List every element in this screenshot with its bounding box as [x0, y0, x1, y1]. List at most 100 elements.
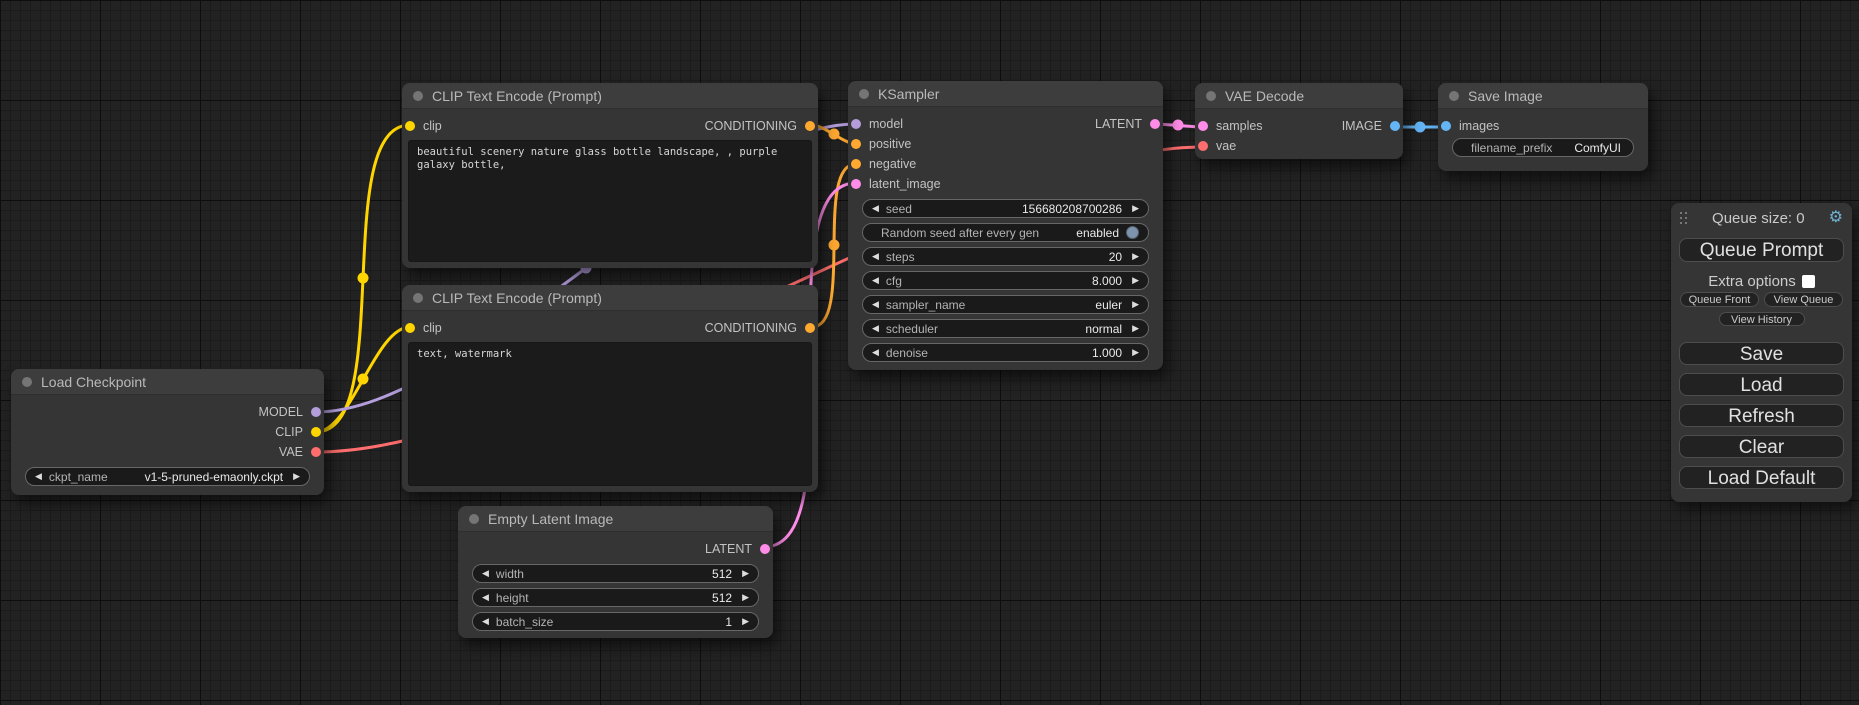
input-row-vae: vae	[1195, 136, 1403, 156]
node-title-bar[interactable]: CLIP Text Encode (Prompt)	[402, 83, 818, 109]
widget-seed[interactable]: ◀ seed 156680208700286 ▶	[862, 199, 1149, 218]
node-clip-text-encode-negative[interactable]: CLIP Text Encode (Prompt) clip CONDITION…	[402, 285, 818, 492]
node-status-dot	[1206, 91, 1216, 101]
toggle-enabled-icon[interactable]	[1126, 226, 1139, 239]
widget-denoise[interactable]: ◀ denoise 1.000 ▶	[862, 343, 1149, 362]
vae-output-port[interactable]	[311, 447, 321, 457]
model-input-port[interactable]	[851, 119, 861, 129]
positive-input-port[interactable]	[851, 139, 861, 149]
widget-label: scheduler	[886, 322, 1085, 336]
latent-output-port[interactable]	[1150, 119, 1160, 129]
increment-arrow-icon[interactable]: ▶	[742, 593, 749, 602]
decrement-arrow-icon[interactable]: ◀	[872, 348, 879, 357]
widget-batch-size[interactable]: ◀ batch_size 1 ▶	[472, 612, 759, 631]
increment-arrow-icon[interactable]: ▶	[742, 569, 749, 578]
increment-arrow-icon[interactable]: ▶	[742, 617, 749, 626]
positive-prompt-input[interactable]: beautiful scenery nature glass bottle la…	[408, 140, 812, 262]
widget-random-seed-toggle[interactable]: Random seed after every gen enabled	[862, 223, 1149, 242]
node-title: VAE Decode	[1225, 88, 1304, 104]
widget-label: denoise	[886, 346, 1092, 360]
widget-width[interactable]: ◀ width 512 ▶	[472, 564, 759, 583]
load-button[interactable]: Load	[1679, 373, 1844, 396]
view-history-button[interactable]: View History	[1719, 312, 1805, 326]
widget-cfg[interactable]: ◀ cfg 8.000 ▶	[862, 271, 1149, 290]
increment-arrow-icon[interactable]: ▶	[1132, 348, 1139, 357]
save-button[interactable]: Save	[1679, 342, 1844, 365]
increment-arrow-icon[interactable]: ▶	[293, 472, 300, 481]
widget-value: 1	[725, 615, 732, 629]
widget-sampler-name[interactable]: ◀ sampler_name euler ▶	[862, 295, 1149, 314]
increment-arrow-icon[interactable]: ▶	[1132, 300, 1139, 309]
node-clip-text-encode-positive[interactable]: CLIP Text Encode (Prompt) clip CONDITION…	[402, 83, 818, 268]
negative-input-port[interactable]	[851, 159, 861, 169]
widget-value: normal	[1085, 322, 1122, 336]
queue-front-button[interactable]: Queue Front	[1680, 292, 1759, 307]
node-status-dot	[469, 514, 479, 524]
increment-arrow-icon[interactable]: ▶	[1132, 204, 1139, 213]
clear-button[interactable]: Clear	[1679, 435, 1844, 458]
node-empty-latent-image[interactable]: Empty Latent Image LATENT ◀ width 512 ▶ …	[458, 506, 773, 638]
latent-image-input-port[interactable]	[851, 179, 861, 189]
vae-input-port[interactable]	[1198, 141, 1208, 151]
node-title-bar[interactable]: CLIP Text Encode (Prompt)	[402, 285, 818, 311]
widget-filename-prefix[interactable]: filename_prefix ComfyUI	[1452, 138, 1634, 157]
node-title-bar[interactable]: Empty Latent Image	[458, 506, 773, 532]
widget-ckpt-name[interactable]: ◀ ckpt_name v1-5-pruned-emaonly.ckpt ▶	[25, 467, 310, 486]
latent-output-port[interactable]	[760, 544, 770, 554]
decrement-arrow-icon[interactable]: ◀	[872, 300, 879, 309]
widget-value: 1.000	[1092, 346, 1122, 360]
widget-scheduler[interactable]: ◀ scheduler normal ▶	[862, 319, 1149, 338]
node-title-bar[interactable]: Save Image	[1438, 83, 1648, 109]
decrement-arrow-icon[interactable]: ◀	[872, 204, 879, 213]
decrement-arrow-icon[interactable]: ◀	[482, 617, 489, 626]
refresh-button[interactable]: Refresh	[1679, 404, 1844, 427]
node-title-bar[interactable]: VAE Decode	[1195, 83, 1403, 109]
samples-input-port[interactable]	[1198, 121, 1208, 131]
negative-prompt-input[interactable]: text, watermark	[408, 342, 812, 486]
decrement-arrow-icon[interactable]: ◀	[482, 569, 489, 578]
decrement-arrow-icon[interactable]: ◀	[482, 593, 489, 602]
increment-arrow-icon[interactable]: ▶	[1132, 252, 1139, 261]
decrement-arrow-icon[interactable]: ◀	[872, 252, 879, 261]
node-title: CLIP Text Encode (Prompt)	[432, 290, 602, 306]
widget-height[interactable]: ◀ height 512 ▶	[472, 588, 759, 607]
decrement-arrow-icon[interactable]: ◀	[872, 276, 879, 285]
view-queue-button[interactable]: View Queue	[1764, 292, 1843, 307]
node-title-bar[interactable]: KSampler	[848, 81, 1163, 107]
widget-steps[interactable]: ◀ steps 20 ▶	[862, 247, 1149, 266]
queue-prompt-button[interactable]: Queue Prompt	[1679, 238, 1844, 262]
node-title-bar[interactable]: Load Checkpoint	[11, 369, 324, 395]
conditioning-output-port[interactable]	[805, 323, 815, 333]
node-title: Load Checkpoint	[41, 374, 146, 390]
node-load-checkpoint[interactable]: Load Checkpoint MODEL CLIP VAE ◀ ckpt_na…	[11, 369, 324, 495]
extra-options-checkbox[interactable]	[1802, 275, 1815, 288]
increment-arrow-icon[interactable]: ▶	[1132, 276, 1139, 285]
conditioning-output-port[interactable]	[805, 121, 815, 131]
widget-value: euler	[1095, 298, 1122, 312]
load-default-button[interactable]: Load Default	[1679, 466, 1844, 489]
queue-menu-panel: Queue size: 0 ⚙ Queue Prompt Extra optio…	[1671, 203, 1852, 502]
clip-output-port[interactable]	[311, 427, 321, 437]
clip-input-port[interactable]	[405, 121, 415, 131]
output-label: CONDITIONING	[705, 321, 818, 335]
widget-value: 156680208700286	[1022, 202, 1122, 216]
model-output-port[interactable]	[311, 407, 321, 417]
widget-label: cfg	[886, 274, 1092, 288]
node-title: KSampler	[878, 86, 939, 102]
settings-gear-icon[interactable]: ⚙	[1829, 210, 1843, 226]
increment-arrow-icon[interactable]: ▶	[1132, 324, 1139, 333]
image-output-port[interactable]	[1390, 121, 1400, 131]
clip-input-port[interactable]	[405, 323, 415, 333]
input-row-negative: negative	[848, 154, 1163, 174]
decrement-arrow-icon[interactable]: ◀	[35, 472, 42, 481]
output-row-vae: VAE	[11, 442, 324, 462]
images-input-port[interactable]	[1441, 121, 1451, 131]
drag-handle[interactable]	[1680, 212, 1688, 225]
output-row-latent: LATENT	[458, 539, 773, 559]
widget-label: steps	[886, 250, 1109, 264]
node-save-image[interactable]: Save Image images filename_prefix ComfyU…	[1438, 83, 1648, 171]
node-ksampler[interactable]: KSampler model LATENT positive negative …	[848, 81, 1163, 370]
decrement-arrow-icon[interactable]: ◀	[872, 324, 879, 333]
node-vae-decode[interactable]: VAE Decode samples IMAGE vae	[1195, 83, 1403, 159]
node-graph-canvas[interactable]: { "colors": { "model": "#B39DDB", "clip"…	[0, 0, 1859, 705]
